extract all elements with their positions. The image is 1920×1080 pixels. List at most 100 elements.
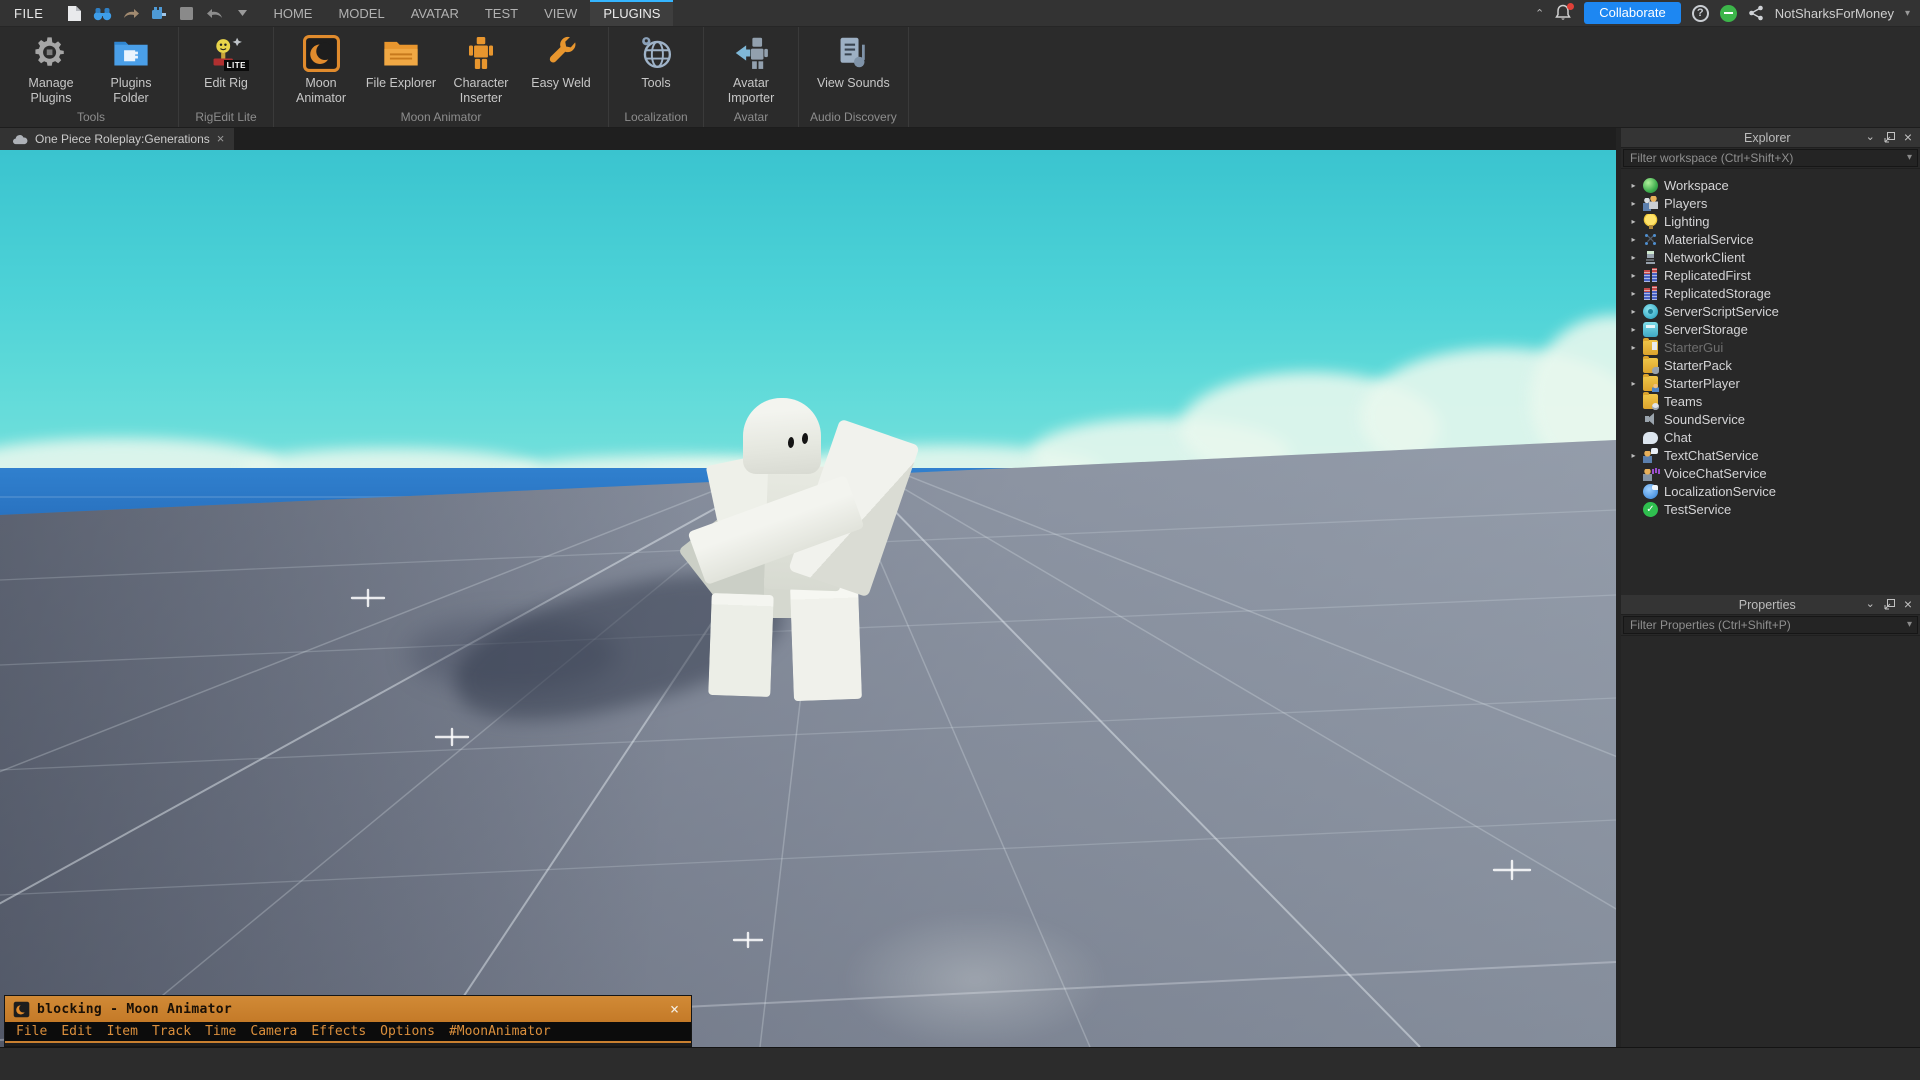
ribbon-button-view-sounds[interactable]: View Sounds [815, 30, 891, 106]
explorer-item-startergui[interactable]: StarterGui [1621, 338, 1920, 356]
dock-icon[interactable] [1884, 132, 1895, 143]
plugin-icon[interactable] [149, 4, 168, 23]
expand-arrow-icon[interactable] [1628, 271, 1639, 280]
explorer-header: Explorer ⌄ × [1621, 128, 1920, 148]
tab-model[interactable]: MODEL [325, 0, 397, 26]
explorer-item-voicechatservice[interactable]: VoiceChatService [1621, 464, 1920, 482]
expand-arrow-icon[interactable] [1628, 181, 1639, 190]
ribbon-group-label: Localization [618, 106, 694, 126]
expand-arrow-icon[interactable] [1628, 379, 1639, 388]
ribbon-button-label: Easy Weld [531, 76, 591, 91]
ma-menu-camera[interactable]: Camera [243, 1024, 304, 1039]
ribbon-button-localization-tools[interactable]: Tools [618, 30, 694, 106]
ribbon-group-label: RigEdit Lite [188, 106, 264, 126]
document-tab[interactable]: One Piece Roleplay:Generations × [0, 128, 234, 150]
ma-menu-options[interactable]: Options [373, 1024, 442, 1039]
explorer-item-workspace[interactable]: Workspace [1621, 176, 1920, 194]
notifications-bell-icon[interactable] [1555, 4, 1573, 22]
tab-home[interactable]: HOME [260, 0, 325, 26]
explorer-item-testservice[interactable]: TestService [1621, 500, 1920, 518]
dock-icon[interactable] [1884, 599, 1895, 610]
explorer-item-materialservice[interactable]: MaterialService [1621, 230, 1920, 248]
explorer-item-serverstorage[interactable]: ServerStorage [1621, 320, 1920, 338]
replicated-icon [1643, 268, 1658, 283]
tab-avatar[interactable]: AVATAR [398, 0, 472, 26]
explorer-item-players[interactable]: Players [1621, 194, 1920, 212]
chevron-down-icon[interactable]: ⌄ [1866, 599, 1875, 610]
tab-test[interactable]: TEST [472, 0, 531, 26]
explorer-item-chat[interactable]: Chat [1621, 428, 1920, 446]
explorer-item-localizationservice[interactable]: LocalizationService [1621, 482, 1920, 500]
explorer-item-replicatedstorage[interactable]: ReplicatedStorage [1621, 284, 1920, 302]
expand-arrow-icon[interactable] [1628, 289, 1639, 298]
expand-arrow-icon[interactable] [1628, 235, 1639, 244]
explorer-item-textchatservice[interactable]: TextChatService [1621, 446, 1920, 464]
share-icon[interactable] [1748, 5, 1764, 21]
ribbon-button-edit-rig[interactable]: LITE Edit Rig [188, 30, 264, 106]
collaborate-button[interactable]: Collaborate [1584, 2, 1681, 24]
expand-arrow-icon[interactable] [1628, 199, 1639, 208]
ribbon-button-easy-weld[interactable]: Easy Weld [523, 30, 599, 106]
ribbon-button-plugins-folder[interactable]: Plugins Folder [93, 30, 169, 106]
avatar-import-icon [733, 33, 769, 73]
close-icon[interactable]: × [666, 1000, 683, 1018]
new-document-icon[interactable] [65, 4, 84, 23]
ma-menu-moonanimator[interactable]: #MoonAnimator [442, 1024, 558, 1039]
ribbon-button-character-inserter[interactable]: Character Inserter [443, 30, 519, 106]
explorer-item-lighting[interactable]: Lighting [1621, 212, 1920, 230]
ribbon-button-moon-animator[interactable]: Moon Animator [283, 30, 359, 106]
voice-chat-icon [1643, 466, 1658, 481]
expand-arrow-icon[interactable] [1628, 451, 1639, 460]
expand-arrow-icon[interactable] [1628, 343, 1639, 352]
file-menu[interactable]: FILE [0, 0, 57, 26]
help-icon[interactable]: ? [1692, 5, 1709, 22]
expand-arrow-icon[interactable] [1628, 325, 1639, 334]
explorer-item-starterpack[interactable]: StarterPack [1621, 356, 1920, 374]
notification-dot [1567, 3, 1574, 10]
explorer-filter-input[interactable] [1623, 149, 1918, 167]
close-icon[interactable]: × [217, 133, 225, 145]
close-icon[interactable]: × [1904, 599, 1912, 610]
user-status-icon[interactable] [1720, 5, 1737, 22]
explorer-item-serverscriptservice[interactable]: ServerScriptService [1621, 302, 1920, 320]
close-icon[interactable]: × [1904, 132, 1912, 143]
explorer-item-teams[interactable]: Teams [1621, 392, 1920, 410]
ma-menu-edit[interactable]: Edit [54, 1024, 99, 1039]
redo-icon[interactable] [121, 4, 140, 23]
expand-arrow-icon[interactable] [1628, 217, 1639, 226]
ribbon-button-manage-plugins[interactable]: Manage Plugins [13, 30, 89, 106]
ma-menu-track[interactable]: Track [145, 1024, 198, 1039]
ma-menu-effects[interactable]: Effects [304, 1024, 373, 1039]
ma-menu-item[interactable]: Item [100, 1024, 145, 1039]
ma-menu-time[interactable]: Time [198, 1024, 243, 1039]
ribbon-button-label: Avatar Importer [713, 76, 789, 106]
explorer-item-replicatedfirst[interactable]: ReplicatedFirst [1621, 266, 1920, 284]
tab-view[interactable]: VIEW [531, 0, 590, 26]
properties-filter-row: ▾ [1621, 615, 1920, 636]
explorer-item-soundservice[interactable]: SoundService [1621, 410, 1920, 428]
open-binoculars-icon[interactable] [93, 4, 112, 23]
ribbon-group-localization: Tools Localization [609, 27, 704, 127]
explorer-item-networkclient[interactable]: NetworkClient [1621, 248, 1920, 266]
expand-arrow-icon[interactable] [1628, 307, 1639, 316]
chevron-down-icon[interactable]: ⌄ [1866, 132, 1875, 143]
collapse-ribbon-icon[interactable]: ⌃ [1535, 7, 1544, 20]
3d-viewport[interactable] [0, 150, 1616, 1047]
panel-title: Properties [1621, 598, 1866, 612]
properties-filter-input[interactable] [1623, 616, 1918, 634]
save-icon[interactable] [177, 4, 196, 23]
toolbar-options-chevron-icon[interactable] [233, 4, 252, 23]
ma-menu-file[interactable]: File [9, 1024, 54, 1039]
ribbon-group-avatar: Avatar Importer Avatar [704, 27, 799, 127]
undo-icon[interactable] [205, 4, 224, 23]
username-menu[interactable]: NotSharksForMoney [1775, 6, 1894, 21]
ribbon-group-audio-discovery: View Sounds Audio Discovery [799, 27, 909, 127]
expand-arrow-icon[interactable] [1628, 253, 1639, 262]
character-left-leg [708, 593, 774, 697]
explorer-item-starterplayer[interactable]: StarterPlayer [1621, 374, 1920, 392]
ribbon-button-file-explorer[interactable]: File Explorer [363, 30, 439, 106]
moon-animator-titlebar[interactable]: blocking - Moon Animator × [5, 996, 691, 1022]
lite-badge: LITE [224, 60, 249, 71]
ribbon-button-avatar-importer[interactable]: Avatar Importer [713, 30, 789, 106]
tab-plugins[interactable]: PLUGINS [590, 0, 673, 26]
